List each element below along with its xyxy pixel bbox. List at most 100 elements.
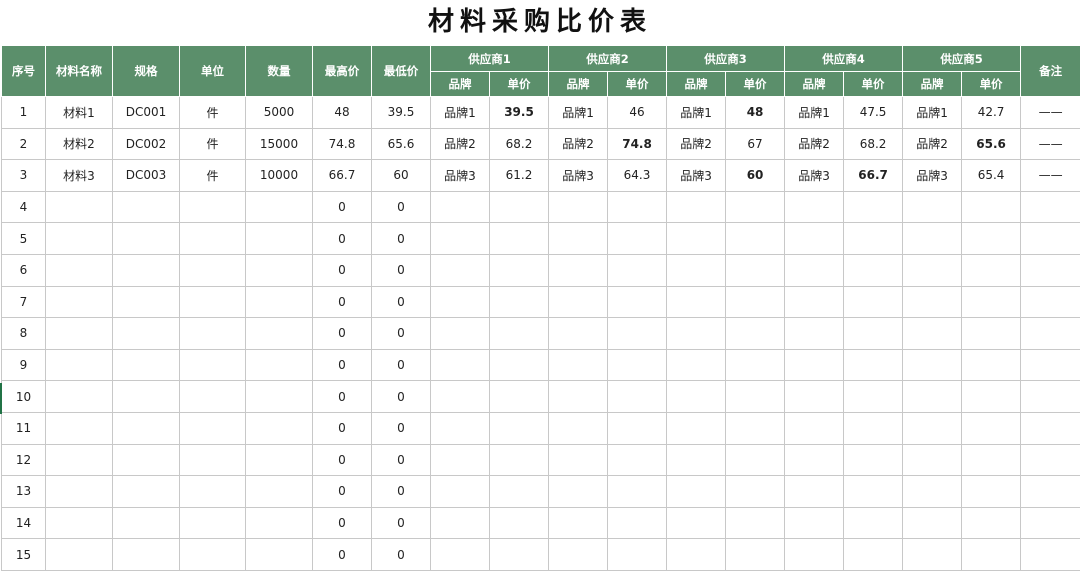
cell-unit-price[interactable] (488, 348, 550, 382)
cell-unit-price[interactable] (843, 538, 904, 571)
cell-unit-price[interactable] (607, 253, 668, 287)
cell-brand[interactable] (548, 506, 609, 540)
cell-unit-price[interactable]: 46 (607, 96, 668, 129)
cell-quantity[interactable] (245, 285, 313, 319)
header-remark[interactable]: 备注 (1020, 45, 1080, 97)
cell-material-name[interactable] (45, 475, 113, 508)
cell-unit[interactable]: 件 (179, 127, 246, 161)
cell-unit-price[interactable]: 42.7 (961, 96, 1022, 129)
cell-unit[interactable] (179, 380, 246, 413)
header-supplier-3[interactable]: 供应商3 (666, 45, 786, 72)
cell-brand[interactable] (430, 253, 490, 287)
cell-material-name[interactable] (45, 506, 113, 540)
cell-unit-price[interactable] (607, 285, 668, 319)
cell-max-price[interactable]: 0 (312, 443, 372, 477)
cell-unit-price[interactable] (725, 380, 786, 413)
cell-material-name[interactable]: 材料1 (45, 96, 113, 129)
cell-remark[interactable] (1020, 190, 1080, 224)
cell-quantity[interactable] (245, 317, 313, 350)
cell-brand[interactable] (784, 506, 845, 540)
cell-brand[interactable]: 品牌3 (548, 159, 609, 192)
cell-unit-price[interactable]: 47.5 (843, 96, 904, 129)
header-spec[interactable]: 规格 (112, 45, 180, 97)
cell-brand[interactable] (666, 222, 727, 255)
cell-brand[interactable] (666, 411, 727, 445)
cell-unit-price[interactable]: 67 (725, 127, 786, 161)
cell-brand[interactable] (548, 380, 609, 413)
cell-max-price[interactable]: 0 (312, 538, 372, 571)
cell-unit-price[interactable] (725, 317, 786, 350)
header-seq[interactable]: 序号 (1, 45, 46, 97)
cell-unit-price[interactable]: 74.8 (607, 127, 668, 161)
cell-brand[interactable] (902, 253, 963, 287)
cell-unit-price[interactable] (961, 411, 1022, 445)
cell-remark[interactable]: —— (1020, 159, 1080, 192)
cell-material-name[interactable] (45, 538, 113, 571)
cell-unit-price[interactable] (488, 190, 550, 224)
header-min-price[interactable]: 最低价 (371, 45, 431, 97)
cell-unit-price[interactable] (961, 190, 1022, 224)
cell-unit[interactable] (179, 222, 246, 255)
cell-unit[interactable] (179, 348, 246, 382)
cell-remark[interactable] (1020, 475, 1080, 508)
cell-seq[interactable]: 9 (1, 348, 46, 382)
cell-brand[interactable] (430, 443, 490, 477)
cell-max-price[interactable]: 48 (312, 96, 372, 129)
cell-max-price[interactable]: 0 (312, 506, 372, 540)
cell-max-price[interactable]: 0 (312, 317, 372, 350)
cell-max-price[interactable]: 0 (312, 380, 372, 413)
cell-quantity[interactable] (245, 411, 313, 445)
cell-remark[interactable] (1020, 411, 1080, 445)
cell-brand[interactable] (430, 380, 490, 413)
cell-unit[interactable] (179, 538, 246, 571)
cell-unit[interactable] (179, 190, 246, 224)
header-quantity[interactable]: 数量 (245, 45, 313, 97)
cell-min-price[interactable]: 0 (371, 222, 431, 255)
cell-unit-price[interactable] (843, 443, 904, 477)
cell-min-price[interactable]: 0 (371, 475, 431, 508)
cell-min-price[interactable]: 60 (371, 159, 431, 192)
cell-unit-price[interactable] (961, 475, 1022, 508)
cell-brand[interactable] (784, 380, 845, 413)
cell-min-price[interactable]: 0 (371, 506, 431, 540)
cell-seq[interactable]: 13 (1, 475, 46, 508)
cell-brand[interactable] (784, 317, 845, 350)
header-brand[interactable]: 品牌 (548, 71, 609, 97)
cell-min-price[interactable]: 0 (371, 538, 431, 571)
header-brand[interactable]: 品牌 (666, 71, 727, 97)
cell-max-price[interactable]: 0 (312, 348, 372, 382)
cell-unit-price[interactable] (607, 538, 668, 571)
cell-quantity[interactable]: 5000 (245, 96, 313, 129)
cell-seq[interactable]: 7 (1, 285, 46, 319)
cell-unit-price[interactable] (725, 411, 786, 445)
cell-unit-price[interactable] (488, 411, 550, 445)
cell-spec[interactable] (112, 253, 180, 287)
cell-min-price[interactable]: 39.5 (371, 96, 431, 129)
cell-spec[interactable] (112, 506, 180, 540)
cell-unit[interactable] (179, 285, 246, 319)
cell-unit-price[interactable] (607, 411, 668, 445)
cell-spec[interactable] (112, 317, 180, 350)
cell-brand[interactable] (548, 411, 609, 445)
cell-remark[interactable]: —— (1020, 96, 1080, 129)
cell-brand[interactable]: 品牌1 (902, 96, 963, 129)
cell-brand[interactable] (902, 475, 963, 508)
cell-brand[interactable] (666, 285, 727, 319)
cell-min-price[interactable]: 0 (371, 317, 431, 350)
cell-brand[interactable] (548, 317, 609, 350)
cell-brand[interactable] (902, 317, 963, 350)
cell-unit-price[interactable] (607, 443, 668, 477)
cell-unit-price[interactable] (843, 285, 904, 319)
cell-max-price[interactable]: 0 (312, 222, 372, 255)
cell-brand[interactable]: 品牌3 (666, 159, 727, 192)
cell-unit-price[interactable] (488, 475, 550, 508)
header-supplier-4[interactable]: 供应商4 (784, 45, 904, 72)
cell-brand[interactable] (666, 253, 727, 287)
cell-seq[interactable]: 6 (1, 253, 46, 287)
cell-material-name[interactable] (45, 253, 113, 287)
cell-seq[interactable]: 2 (1, 127, 46, 161)
cell-brand[interactable]: 品牌1 (784, 96, 845, 129)
sheet-title[interactable]: 材料采购比价表 (0, 0, 1080, 45)
cell-unit-price[interactable]: 68.2 (843, 127, 904, 161)
cell-unit-price[interactable] (843, 411, 904, 445)
